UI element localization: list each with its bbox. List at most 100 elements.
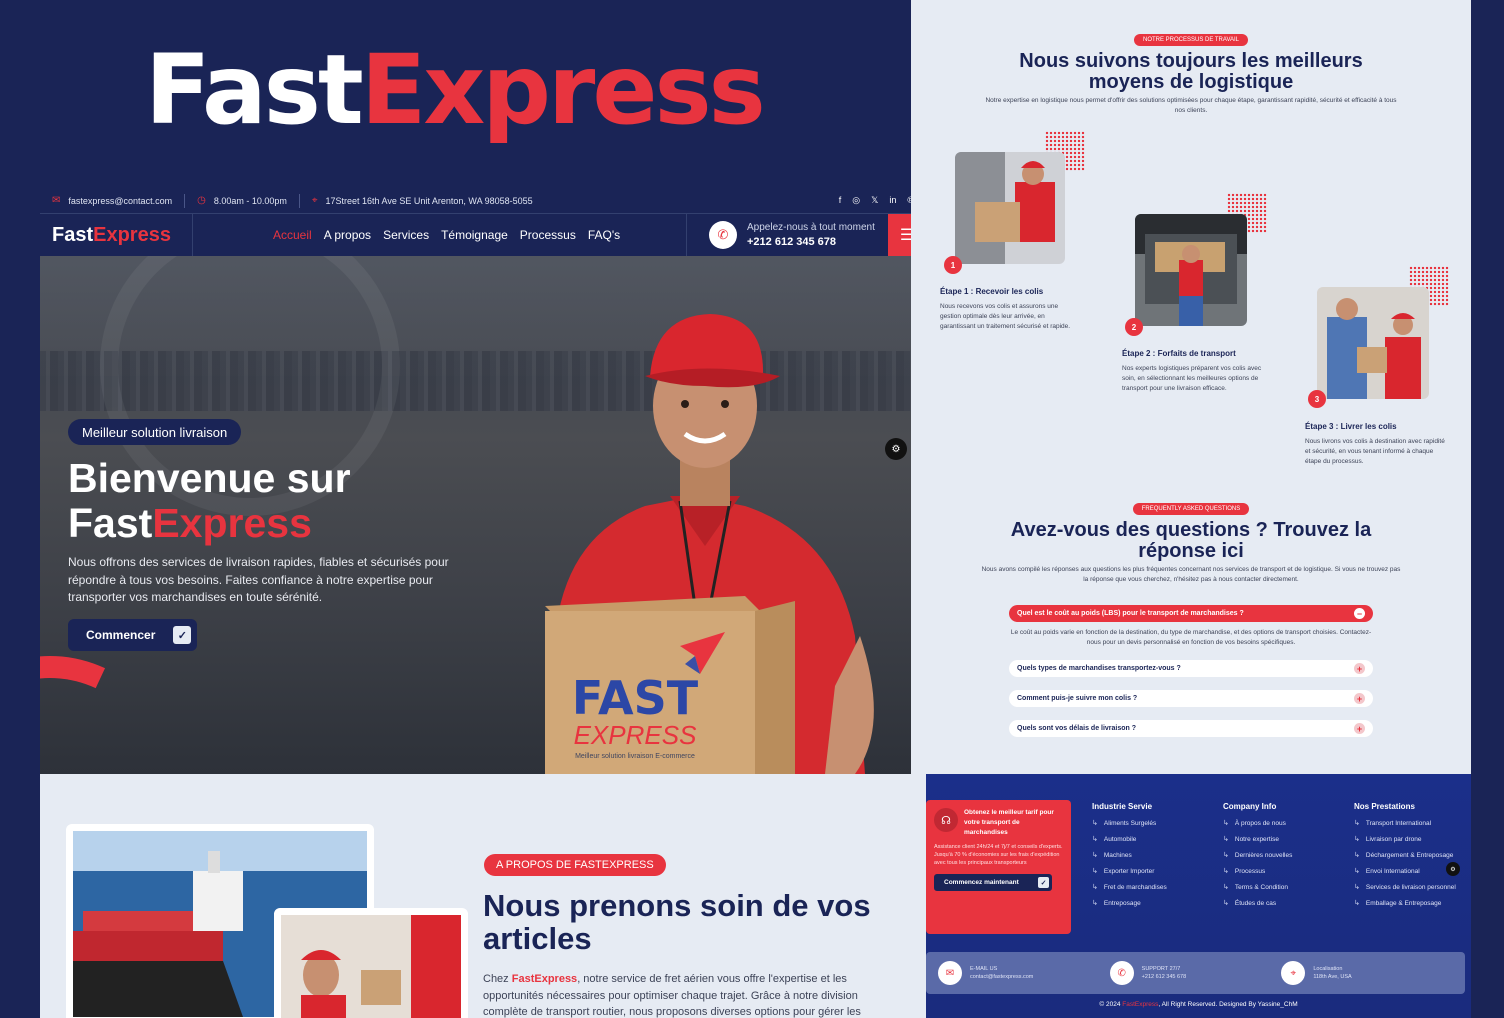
arrow-icon: ↳: [1354, 820, 1360, 827]
footer-link-label: Aliments Surgelés: [1103, 820, 1157, 827]
call-number: +212 612 345 678: [747, 236, 837, 248]
arrow-icon: ↳: [1223, 852, 1229, 859]
nav-link-temoignage[interactable]: Témoignage: [441, 228, 508, 242]
footer-link[interactable]: ↳ Automobile: [1092, 835, 1212, 844]
commencer-button[interactable]: Commencer ✓: [68, 619, 198, 651]
commencez-maintenant-button[interactable]: Commencez maintenant ✓: [934, 874, 1052, 891]
footer-link[interactable]: ↳ Services de livraison personnel: [1354, 883, 1464, 892]
footer-link[interactable]: ↳ Fret de marchandises: [1092, 883, 1212, 892]
footer-link[interactable]: ↳ Exporter Importer: [1092, 867, 1212, 876]
arrow-icon: ↳: [1092, 900, 1098, 907]
footer-col-title: Nos Prestations: [1354, 802, 1415, 811]
instagram-icon[interactable]: ◎: [852, 195, 860, 206]
call-text: Appelez-nous à tout moment +212 612 345 …: [747, 221, 875, 249]
step2-text: Nos experts logistiques préparent vos co…: [1122, 365, 1262, 392]
copyright: © 2024 FastExpress, All Right Reserved. …: [926, 1001, 1471, 1008]
headset-icon: ☊: [934, 808, 958, 832]
nav-link-faq[interactable]: FAQ's: [588, 228, 620, 242]
copyright-brand: FastExpress: [1122, 1001, 1159, 1008]
x-icon[interactable]: 𝕏: [871, 195, 878, 206]
topbar-address: ⌖ 17Street 16th Ave SE Unit Arenton, WA …: [298, 193, 545, 208]
footer-link[interactable]: ↳ Processus: [1223, 867, 1343, 876]
plus-icon: +: [1354, 693, 1365, 704]
faq-item-4[interactable]: Quels sont vos délais de livraison ? +: [1009, 720, 1373, 737]
about-title: Nous prenons soin de vos articles: [483, 888, 871, 956]
step2-title: Étape 2 : Forfaits de transport: [1122, 349, 1236, 358]
step2-image: [1135, 214, 1247, 326]
floating-settings-button[interactable]: ⚙: [1446, 862, 1460, 876]
cta-title: Obtenez le meilleur tarif pour votre tra…: [964, 809, 1054, 836]
footer-link[interactable]: ↳ À propos de nous: [1223, 819, 1343, 828]
arrow-icon: ↳: [1092, 836, 1098, 843]
arrow-icon: ↳: [1223, 900, 1229, 907]
website-process-faq-preview: NOTRE PROCESSUS DE TRAVAIL Nous suivons …: [911, 0, 1471, 774]
nav-logo[interactable]: Fast Express: [40, 214, 193, 256]
arrow-icon: ↳: [1092, 820, 1098, 827]
footer-link-label: Déchargement & Entreposage: [1365, 852, 1454, 859]
nav-call-block[interactable]: ✆ Appelez-nous à tout moment +212 612 34…: [686, 214, 926, 256]
footer-link[interactable]: ↳ Transport International: [1354, 819, 1464, 828]
arrow-icon: ↳: [1223, 820, 1229, 827]
footer-link[interactable]: ↳ Terms & Condition: [1223, 883, 1343, 892]
hero-title: Bienvenue sur FastExpress: [68, 456, 351, 546]
contact-value: +212 612 345 678: [1141, 974, 1187, 980]
step2-number: 2: [1125, 318, 1143, 336]
topbar-email[interactable]: ✉ fastexpress@contact.com: [40, 194, 184, 208]
footer-link[interactable]: ↳ Dernières nouvelles: [1223, 851, 1343, 860]
call-label: Appelez-nous à tout moment: [747, 222, 875, 233]
footer-link[interactable]: ↳ Notre expertise: [1223, 835, 1343, 844]
hero-badge: Meilleur solution livraison: [68, 419, 242, 445]
about-section: A PROPOS DE FASTEXPRESS Nous prenons soi…: [40, 774, 926, 1018]
courier-loading-image: [274, 908, 468, 1018]
footer-col-company: Company Info ↳ À propos de nous ↳ Notre ex…: [1223, 802, 1343, 915]
step3-text: Nous livrons vos colis à destination ave…: [1305, 438, 1445, 465]
nav-link-services[interactable]: Services: [383, 228, 429, 242]
faq-item-1[interactable]: Quel est le coût au poids (LBS) pour le …: [1009, 605, 1373, 622]
footer-link[interactable]: ↳ Livraison par drone: [1354, 835, 1464, 844]
linkedin-icon[interactable]: in: [889, 195, 896, 206]
courier-loading-illustration: [281, 915, 461, 1018]
topbar-email-text: fastexpress@contact.com: [68, 195, 173, 206]
check-icon: ✓: [173, 626, 192, 644]
footer-link-label: Livraison par drone: [1365, 836, 1422, 843]
about-text-brand: FastExpress: [511, 973, 578, 985]
footer-link-label: Terms & Condition: [1234, 884, 1288, 891]
facebook-icon[interactable]: f: [839, 195, 842, 206]
faq-badge: FREQUENTLY ASKED QUESTIONS: [1132, 503, 1250, 515]
contact-location[interactable]: ⌖ Localisation 118th Ave, USA: [1281, 961, 1453, 985]
footer-link[interactable]: ↳ Déchargement & Entreposage: [1354, 851, 1464, 860]
footer-link-label: Notre expertise: [1234, 836, 1279, 843]
hero-section: Meilleur solution livraison Bienvenue su…: [40, 256, 926, 774]
step1-text: Nous recevons vos colis et assurons une …: [940, 303, 1071, 330]
faq-item-3[interactable]: Comment puis-je suivre mon colis ? +: [1009, 690, 1373, 707]
nav-links: Accueil A propos Services Témoignage Pro…: [193, 228, 620, 242]
footer-link[interactable]: ↳ Aliments Surgelés: [1092, 819, 1212, 828]
faq-item-2[interactable]: Quels types de marchandises transportez-…: [1009, 660, 1373, 677]
footer-link-label: Entreposage: [1103, 900, 1141, 907]
cta-head: ☊ Obtenez le meilleur tarif pour votre t…: [934, 808, 1063, 838]
nav-link-processus[interactable]: Processus: [520, 228, 576, 242]
process-header: NOTRE PROCESSUS DE TRAVAIL Nous suivons …: [911, 0, 1471, 116]
step3-title: Étape 3 : Livrer les colis: [1305, 422, 1397, 431]
nav-link-accueil[interactable]: Accueil: [273, 228, 312, 242]
footer-link[interactable]: ↳ Machines: [1092, 851, 1212, 860]
step1-illustration: [955, 152, 1065, 264]
top-info-bar: ✉ fastexpress@contact.com ◷ 8.00am - 10.…: [40, 188, 926, 214]
box-express-text: EXPRESS: [573, 720, 697, 750]
footer-link[interactable]: ↳ Entreposage: [1092, 899, 1212, 908]
footer-link[interactable]: ↳ Études de cas: [1223, 899, 1343, 908]
footer-link-label: Machines: [1103, 852, 1132, 859]
phone-icon: ✆: [1109, 961, 1134, 985]
footer-link[interactable]: ↳ Emballage & Entreposage: [1354, 899, 1464, 908]
step2-illustration: [1135, 214, 1247, 326]
contact-email[interactable]: ✉ E-MAIL US contact@fastexpress.com: [938, 961, 1110, 985]
floating-settings-button[interactable]: ⚙: [885, 438, 907, 460]
contact-support[interactable]: ✆ SUPPORT 27/7 +212 612 345 678: [1109, 961, 1282, 985]
contact-label: Localisation: [1313, 966, 1343, 972]
arrow-icon: ↳: [1354, 900, 1360, 907]
contact-support-text: SUPPORT 27/7 +212 612 345 678: [1142, 965, 1187, 981]
about-badge: A PROPOS DE FASTEXPRESS: [484, 854, 666, 876]
arrow-icon: ↳: [1354, 884, 1360, 891]
nav-link-apropos[interactable]: A propos: [324, 228, 371, 242]
brand-part-express: Express: [360, 34, 766, 146]
